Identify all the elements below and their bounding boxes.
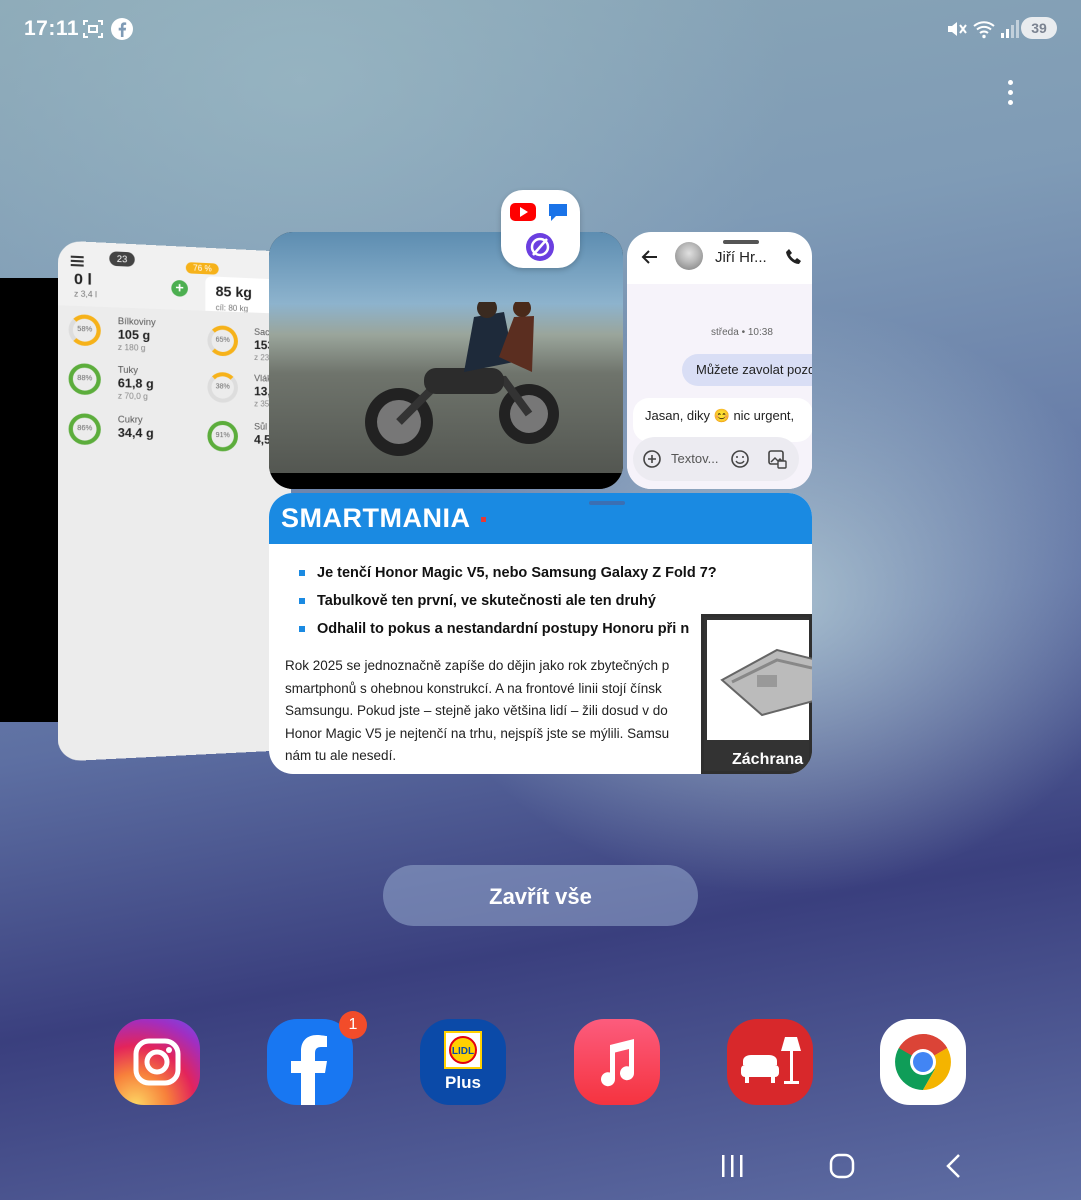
svg-text:LIDL: LIDL bbox=[452, 1046, 474, 1057]
recents-button[interactable] bbox=[716, 1150, 748, 1182]
incoming-message: Jasan, diky 😊 nic urgent, bbox=[633, 398, 812, 442]
nutrient-goal: z 70,0 g bbox=[117, 391, 148, 402]
water-goal: z 3,4 l bbox=[73, 289, 97, 300]
lidl-plus-app-icon[interactable]: LIDL Plus bbox=[420, 1019, 506, 1105]
site-header: SMARTMANIA bbox=[269, 493, 812, 544]
status-bar: 17:11 39 bbox=[24, 14, 1057, 44]
highlight-item: Je tenčí Honor Magic V5, nebo Samsung Ga… bbox=[299, 565, 717, 593]
menu-icon bbox=[70, 255, 84, 269]
water-value: 0 l bbox=[73, 270, 92, 289]
more-options-icon[interactable] bbox=[1003, 80, 1017, 108]
messages-thread: středa • 10:38 Můžete zavolat pozd Jasan… bbox=[627, 284, 812, 489]
music-app-icon[interactable] bbox=[574, 1019, 660, 1105]
nutrient-name: Cukry bbox=[117, 414, 143, 425]
article-highlights: Je tenčí Honor Magic V5, nebo Samsung Ga… bbox=[299, 565, 717, 649]
nutrients-panel: 58% Bílkoviny 105 g z 180 g 65% Sach 153… bbox=[57, 305, 292, 762]
lidl-plus-label: Plus bbox=[445, 1073, 481, 1092]
logo-dot bbox=[481, 517, 486, 522]
message-input-placeholder: Textov... bbox=[671, 451, 719, 466]
fitness-app-card[interactable]: 23 76 % 0 l z 3,4 l + 85 kg cíl: 80 kg 5… bbox=[57, 240, 292, 762]
chrome-app-icon[interactable] bbox=[880, 1019, 966, 1105]
nutrient-ring: 58% bbox=[68, 314, 101, 347]
nutrient-goal: z 35 bbox=[254, 399, 270, 409]
chrome-icon bbox=[895, 1034, 951, 1090]
message-date: středa • 10:38 bbox=[711, 327, 773, 338]
article-paragraph: Rok 2025 se jednoznačně zapíše do dějin … bbox=[285, 655, 715, 768]
nutrient-ring: 88% bbox=[68, 363, 101, 396]
site-logo: SMARTMANIA bbox=[281, 503, 471, 533]
instagram-app-icon[interactable] bbox=[114, 1019, 200, 1105]
nutrient-ring: 86% bbox=[68, 413, 101, 445]
lidl-logo-icon: LIDL bbox=[444, 1031, 482, 1069]
nutrient-name: Tuky bbox=[117, 364, 139, 376]
fitness-header: 23 76 % 0 l z 3,4 l + 85 kg cíl: 80 kg bbox=[58, 240, 292, 321]
emoji-icon bbox=[731, 450, 749, 468]
nutrient-ring: 38% bbox=[207, 371, 238, 403]
battery-icon: 39 bbox=[1021, 17, 1057, 39]
avatar bbox=[675, 242, 703, 270]
facebook-f-icon bbox=[291, 1035, 327, 1105]
sofa-lamp-icon bbox=[741, 1037, 801, 1084]
notification-badge: 23 bbox=[109, 251, 135, 267]
mute-icon bbox=[948, 22, 967, 36]
nutrient-goal: z 180 g bbox=[117, 342, 146, 353]
nutrient-ring: 65% bbox=[207, 325, 238, 357]
messages-app-card[interactable]: Jiří Hr... středa • 10:38 Můžete zavolat… bbox=[627, 232, 812, 489]
browser-app-card[interactable]: SMARTMANIA Je tenčí Honor Magic V5, nebo… bbox=[269, 493, 812, 774]
instagram-icon bbox=[133, 1038, 181, 1086]
nutrient-name: Sůl bbox=[254, 421, 268, 432]
home-button[interactable] bbox=[826, 1150, 858, 1182]
recents-screen: 17:11 39 23 76 % 0 l z 3,4 l + 85 kg cíl… bbox=[0, 0, 1081, 1200]
paragraph-line: nám tu ale nesedí. bbox=[285, 748, 397, 763]
messages-icon bbox=[549, 204, 567, 221]
screenshot-icon bbox=[83, 20, 103, 38]
message-input: Textov... bbox=[633, 437, 799, 481]
gallery-icon bbox=[768, 450, 787, 469]
ad-caption: Záchrana bbox=[732, 751, 804, 768]
ad-banner: Záchrana bbox=[701, 614, 812, 774]
back-button[interactable] bbox=[938, 1150, 970, 1182]
phone-part-image bbox=[720, 648, 812, 717]
messages-header: Jiří Hr... bbox=[627, 232, 812, 284]
outgoing-message: Můžete zavolat pozd bbox=[682, 354, 812, 386]
video-letterbox bbox=[269, 473, 623, 489]
nutrient-goal: z 23 bbox=[254, 352, 270, 363]
nutrient-ring: 91% bbox=[207, 420, 238, 452]
nutrient-name: Bílkoviny bbox=[117, 315, 156, 328]
facebook-app-icon[interactable]: 1 bbox=[267, 1011, 367, 1105]
nutrient-value: 105 g bbox=[117, 327, 151, 343]
browser-icon bbox=[526, 233, 554, 261]
card-handle bbox=[589, 501, 625, 505]
paragraph-line: Samsungu. Pokud jste – stejně jako větši… bbox=[285, 703, 668, 718]
highlight-item: Odhalil to pokus a nestandardní postupy … bbox=[299, 621, 717, 649]
ad-image bbox=[707, 620, 812, 740]
nutrient-value: 34,4 g bbox=[117, 425, 154, 441]
youtube-icon bbox=[510, 203, 536, 221]
paragraph-line: Rok 2025 se jednoznačně zapíše do dějin … bbox=[285, 658, 670, 673]
progress-badge: 76 % bbox=[185, 262, 219, 275]
nutrient-value: 61,8 g bbox=[117, 375, 154, 392]
paragraph-line: smartphonů s ohebnou konstrukcí. A na fr… bbox=[285, 680, 662, 696]
app-pair-icons[interactable] bbox=[501, 190, 580, 268]
back-arrow-icon bbox=[641, 250, 657, 264]
weight-value: 85 kg bbox=[215, 282, 252, 301]
status-time: 17:11 bbox=[24, 17, 80, 40]
add-icon: + bbox=[171, 279, 188, 297]
furniture-app-icon[interactable] bbox=[727, 1019, 813, 1105]
close-all-button[interactable]: Zavřít vše bbox=[383, 865, 698, 926]
nutrient-item: 86% Cukry 34,4 g bbox=[68, 413, 196, 446]
phone-icon bbox=[786, 249, 801, 264]
wifi-icon bbox=[973, 21, 995, 39]
signal-icon bbox=[1001, 20, 1019, 38]
contact-name: Jiří Hr... bbox=[715, 249, 767, 266]
motorcycle-image bbox=[365, 302, 559, 456]
notification-badge: 1 bbox=[339, 1011, 367, 1039]
highlight-item: Tabulkově ten první, ve skutečnosti ale … bbox=[299, 593, 717, 621]
facebook-icon bbox=[111, 18, 133, 40]
paragraph-line: Honor Magic V5 je nejtenčí na trhu, nejs… bbox=[285, 725, 670, 741]
youtube-app-card[interactable] bbox=[269, 232, 623, 489]
music-note-icon bbox=[601, 1039, 635, 1087]
add-circle-icon bbox=[643, 450, 661, 468]
